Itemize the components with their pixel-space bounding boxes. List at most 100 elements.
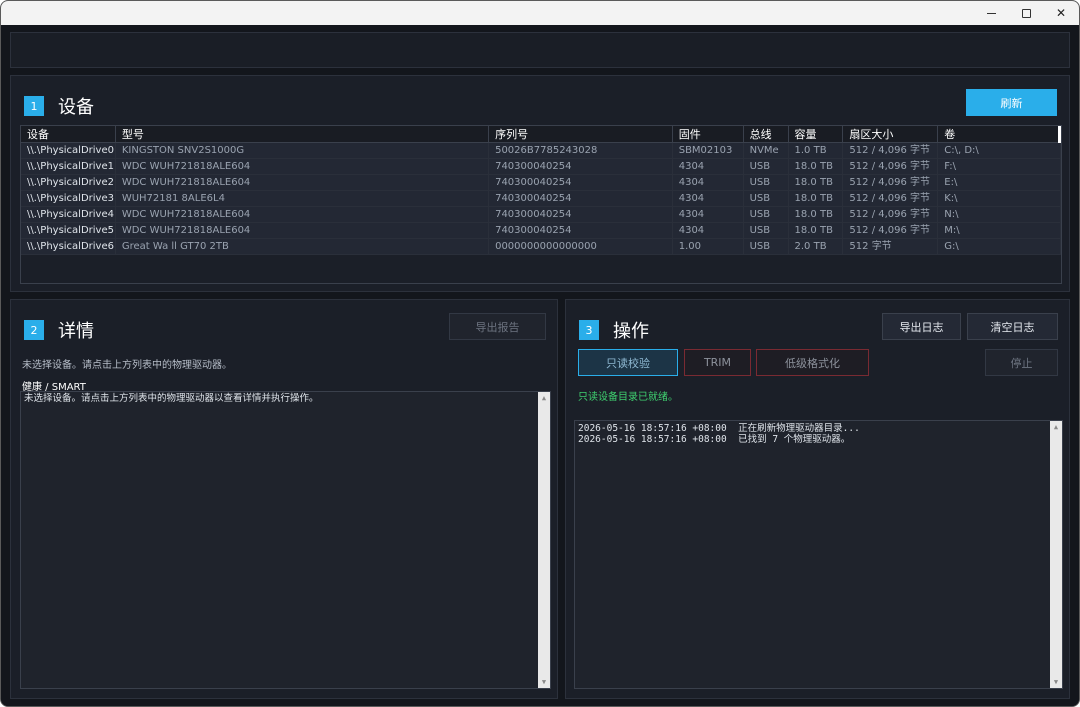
scroll-down-icon[interactable]: ▼ bbox=[1050, 676, 1062, 688]
cell-bus: USB bbox=[744, 191, 789, 206]
details-panel: 2 详情 导出报告 未选择设备。请点击上方列表中的物理驱动器。 健康 / SMA… bbox=[10, 299, 558, 699]
cell-capacity: 18.0 TB bbox=[789, 223, 844, 238]
read-only-verify-button[interactable]: 只读校验 bbox=[578, 349, 678, 376]
cell-volumes: K:\ bbox=[938, 191, 1061, 206]
cell-bus: USB bbox=[744, 159, 789, 174]
details-title: 详情 bbox=[58, 321, 94, 342]
details-hint: 未选择设备。请点击上方列表中的物理驱动器。 bbox=[22, 360, 232, 371]
cell-firmware: 4304 bbox=[673, 223, 744, 238]
cell-volumes: E:\ bbox=[938, 175, 1061, 190]
smart-scrollbar[interactable]: ▲ ▼ bbox=[538, 392, 550, 688]
operations-title: 操作 bbox=[613, 321, 649, 342]
cell-model: Great Wa ll GT70 2TB bbox=[116, 239, 490, 254]
cell-volumes: N:\ bbox=[938, 207, 1061, 222]
cell-model: WDC WUH721818ALE604 bbox=[116, 175, 490, 190]
cell-model: WDC WUH721818ALE604 bbox=[116, 207, 490, 222]
table-body: \\.\PhysicalDrive0 KINGSTON SNV2S1000G 500… bbox=[21, 143, 1061, 255]
app-window: ✕ 1 设备 刷新 设备 型号 序列号 固件 总线 容量 扇区大小 卷 \\.\… bbox=[0, 0, 1080, 707]
cell-sector-size: 512 / 4,096 字节 bbox=[843, 223, 939, 238]
smart-text: 未选择设备。请点击上方列表中的物理驱动器以查看详情并执行操作。 bbox=[24, 393, 319, 404]
table-row[interactable]: \\.\PhysicalDrive1 WDC WUH721818ALE604 740… bbox=[21, 159, 1061, 175]
minimize-icon bbox=[986, 12, 996, 14]
cell-serial: 740300040254 bbox=[489, 159, 673, 174]
column-header-firmware[interactable]: 固件 bbox=[673, 126, 744, 143]
scroll-up-icon[interactable]: ▲ bbox=[1050, 421, 1062, 433]
log-content: 2026-05-16 18:57:16 +08:00 正在刷新物理驱动器目录..… bbox=[575, 421, 1062, 447]
cell-firmware: 1.00 bbox=[673, 239, 744, 254]
column-header-bus[interactable]: 总线 bbox=[744, 126, 789, 143]
cell-device: \\.\PhysicalDrive5 bbox=[21, 223, 116, 238]
cell-sector-size: 512 / 4,096 字节 bbox=[843, 207, 939, 222]
column-header-model[interactable]: 型号 bbox=[116, 126, 490, 143]
minimize-button[interactable] bbox=[973, 1, 1009, 25]
cell-device: \\.\PhysicalDrive6 bbox=[21, 239, 116, 254]
cell-volumes: C:\, D:\ bbox=[938, 143, 1061, 158]
devices-section-number: 1 bbox=[24, 96, 44, 116]
cell-model: WDC WUH721818ALE604 bbox=[116, 223, 490, 238]
cell-capacity: 18.0 TB bbox=[789, 191, 844, 206]
column-header-capacity[interactable]: 容量 bbox=[789, 126, 844, 143]
operations-header: 3 操作 bbox=[579, 317, 649, 343]
log-textbox[interactable]: 2026-05-16 18:57:16 +08:00 正在刷新物理驱动器目录..… bbox=[574, 420, 1063, 689]
cell-device: \\.\PhysicalDrive0 bbox=[21, 143, 116, 158]
operations-section-number: 3 bbox=[579, 320, 599, 340]
cell-device: \\.\PhysicalDrive1 bbox=[21, 159, 116, 174]
cell-serial: 740300040254 bbox=[489, 223, 673, 238]
cell-device: \\.\PhysicalDrive3 bbox=[21, 191, 116, 206]
client-area: 1 设备 刷新 设备 型号 序列号 固件 总线 容量 扇区大小 卷 \\.\Ph… bbox=[1, 25, 1079, 706]
table-row[interactable]: \\.\PhysicalDrive2 WDC WUH721818ALE604 740… bbox=[21, 175, 1061, 191]
cell-device: \\.\PhysicalDrive2 bbox=[21, 175, 116, 190]
close-button[interactable]: ✕ bbox=[1043, 1, 1079, 25]
cell-volumes: F:\ bbox=[938, 159, 1061, 174]
maximize-button[interactable] bbox=[1008, 1, 1044, 25]
devices-panel: 1 设备 刷新 设备 型号 序列号 固件 总线 容量 扇区大小 卷 \\.\Ph… bbox=[10, 75, 1070, 292]
log-line: 2026-05-16 18:57:16 +08:00 正在刷新物理驱动器目录..… bbox=[578, 423, 860, 434]
column-header-serial[interactable]: 序列号 bbox=[489, 126, 673, 143]
log-scrollbar[interactable]: ▲ ▼ bbox=[1050, 421, 1062, 688]
column-header-sector-size[interactable]: 扇区大小 bbox=[843, 126, 939, 143]
table-row[interactable]: \\.\PhysicalDrive3 WUH72181 8ALE6L4 740300… bbox=[21, 191, 1061, 207]
cell-capacity: 18.0 TB bbox=[789, 159, 844, 174]
cell-bus: USB bbox=[744, 175, 789, 190]
cell-capacity: 1.0 TB bbox=[789, 143, 844, 158]
scroll-down-icon[interactable]: ▼ bbox=[538, 676, 550, 688]
cell-serial: 0000000000000000 bbox=[489, 239, 673, 254]
cell-model: WDC WUH721818ALE604 bbox=[116, 159, 490, 174]
log-line: 2026-05-16 18:57:16 +08:00 已找到 7 个物理驱动器。 bbox=[578, 434, 851, 445]
table-scrollbar[interactable] bbox=[1058, 126, 1061, 143]
cell-firmware: 4304 bbox=[673, 191, 744, 206]
table-row[interactable]: \\.\PhysicalDrive6 Great Wa ll GT70 2TB 00… bbox=[21, 239, 1061, 255]
table-row[interactable]: \\.\PhysicalDrive5 WDC WUH721818ALE604 740… bbox=[21, 223, 1061, 239]
details-header: 2 详情 bbox=[24, 317, 94, 343]
column-header-device[interactable]: 设备 bbox=[21, 126, 116, 143]
cell-serial: 740300040254 bbox=[489, 175, 673, 190]
trim-button[interactable]: TRIM bbox=[684, 349, 751, 376]
export-log-button[interactable]: 导出日志 bbox=[882, 313, 961, 340]
close-icon: ✕ bbox=[1055, 6, 1067, 20]
export-report-button[interactable]: 导出报告 bbox=[449, 313, 546, 340]
devices-header: 1 设备 bbox=[24, 93, 94, 119]
cell-bus: NVMe bbox=[744, 143, 789, 158]
details-section-number: 2 bbox=[24, 320, 44, 340]
refresh-button[interactable]: 刷新 bbox=[966, 89, 1057, 116]
table-row[interactable]: \\.\PhysicalDrive0 KINGSTON SNV2S1000G 500… bbox=[21, 143, 1061, 159]
clear-log-button[interactable]: 清空日志 bbox=[967, 313, 1058, 340]
cell-volumes: M:\ bbox=[938, 223, 1061, 238]
cell-model: KINGSTON SNV2S1000G bbox=[116, 143, 490, 158]
device-table: 设备 型号 序列号 固件 总线 容量 扇区大小 卷 \\.\PhysicalDr… bbox=[20, 125, 1062, 284]
cell-serial: 740300040254 bbox=[489, 191, 673, 206]
cell-capacity: 18.0 TB bbox=[789, 207, 844, 222]
low-level-format-button[interactable]: 低级格式化 bbox=[756, 349, 869, 376]
table-row[interactable]: \\.\PhysicalDrive4 WDC WUH721818ALE604 740… bbox=[21, 207, 1061, 223]
cell-device: \\.\PhysicalDrive4 bbox=[21, 207, 116, 222]
cell-firmware: 4304 bbox=[673, 207, 744, 222]
smart-textbox[interactable]: 未选择设备。请点击上方列表中的物理驱动器以查看详情并执行操作。 ▲ ▼ bbox=[20, 391, 551, 689]
table-header: 设备 型号 序列号 固件 总线 容量 扇区大小 卷 bbox=[21, 126, 1061, 143]
column-header-volumes[interactable]: 卷 bbox=[938, 126, 1061, 143]
cell-firmware: 4304 bbox=[673, 159, 744, 174]
cell-capacity: 18.0 TB bbox=[789, 175, 844, 190]
devices-title: 设备 bbox=[58, 97, 94, 118]
title-bar: ✕ bbox=[1, 1, 1079, 25]
scroll-up-icon[interactable]: ▲ bbox=[538, 392, 550, 404]
stop-button[interactable]: 停止 bbox=[985, 349, 1058, 376]
